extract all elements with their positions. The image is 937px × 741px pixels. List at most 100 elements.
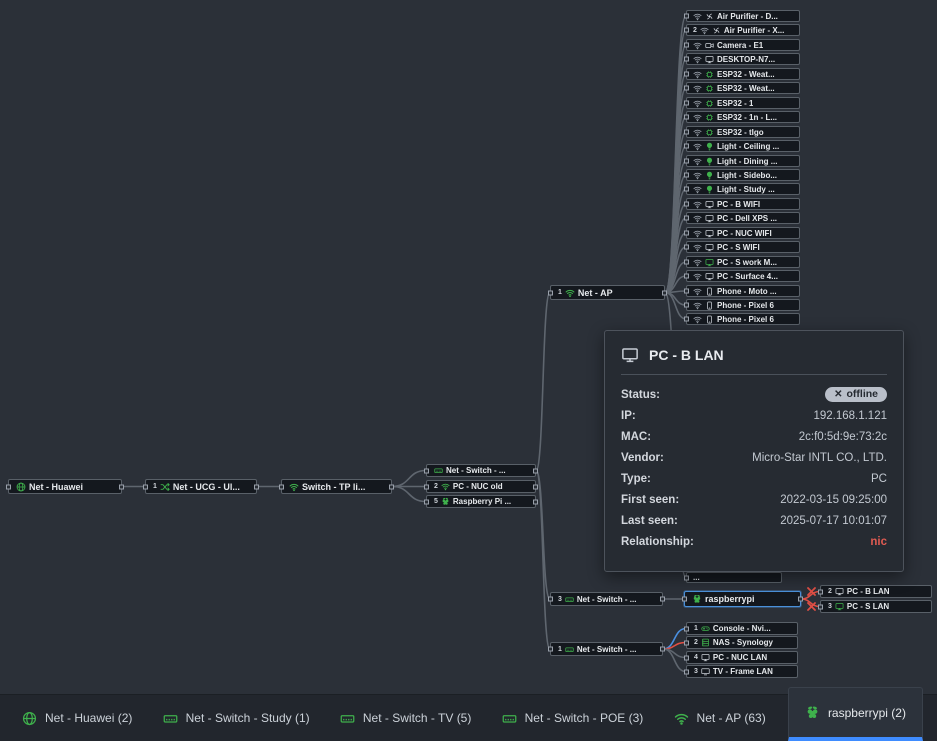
node-label: TV - Frame LAN xyxy=(713,667,773,676)
port-in xyxy=(684,101,689,106)
port-in xyxy=(684,669,689,674)
switch-icon xyxy=(502,711,517,726)
tab-net-switch-study-1[interactable]: Net - Switch - Study (1) xyxy=(155,695,318,741)
node-pc-b-lan[interactable]: 2PC - B LAN xyxy=(820,585,932,598)
node-pc-nuc-lan[interactable]: 4PC - NUC LAN xyxy=(686,651,798,664)
camera-icon xyxy=(705,41,714,50)
wifi-icon xyxy=(693,55,702,64)
device-pill[interactable]: PC - Surface 4... xyxy=(686,270,800,282)
device-pill[interactable]: 2Air Purifier - X... xyxy=(686,24,800,36)
device-pill[interactable]: PC - S work M... xyxy=(686,256,800,268)
node-label: Net - AP xyxy=(578,288,613,298)
device-pill[interactable]: PC - Dell XPS ... xyxy=(686,212,800,224)
device-pill[interactable]: Air Purifier - D... xyxy=(686,10,800,22)
node-label: Light - Study ... xyxy=(717,185,775,194)
wifi-icon xyxy=(693,157,702,166)
monitor-icon xyxy=(835,587,844,596)
device-pill[interactable]: PC - S WIFI xyxy=(686,241,800,253)
node-label: DESKTOP-N7... xyxy=(717,55,775,64)
port-in xyxy=(424,468,429,473)
device-pill[interactable]: Light - Study ... xyxy=(686,183,800,195)
port-in xyxy=(684,655,689,660)
port-out xyxy=(533,499,538,504)
tab-net-switch-poe-3[interactable]: Net - Switch - POE (3) xyxy=(494,695,652,741)
device-pill[interactable]: Light - Dining ... xyxy=(686,155,800,167)
device-pill[interactable]: Phone - Moto ... xyxy=(686,285,800,297)
device-pill[interactable]: Phone - Pixel 6 xyxy=(686,313,800,325)
chip-icon xyxy=(705,113,714,122)
port-in xyxy=(684,173,689,178)
switch-icon xyxy=(340,711,355,726)
device-pill[interactable]: PC - B WIFI xyxy=(686,198,800,210)
node-label: Raspberry Pi ... xyxy=(453,497,511,506)
chip-icon xyxy=(705,128,714,137)
tooltip-row-status: Status:✕offline xyxy=(621,384,887,405)
port-in xyxy=(684,130,689,135)
tab-raspberrypi-2[interactable]: raspberrypi (2) xyxy=(788,687,923,741)
node-net-switch-c[interactable]: 1Net - Switch - ... xyxy=(550,642,663,656)
port-in xyxy=(684,317,689,322)
port-out xyxy=(660,647,665,652)
node-pc-s-lan[interactable]: 3PC - S LAN xyxy=(820,600,932,613)
node-console[interactable]: 1Console - Nvi... xyxy=(686,622,798,635)
field-label: Relationship: xyxy=(621,536,694,548)
chip-icon xyxy=(705,84,714,93)
wifi-icon xyxy=(693,99,702,108)
device-pill[interactable]: Phone - Pixel 6 xyxy=(686,299,800,311)
node-net-ucg[interactable]: 1Net - UCG - Ul... xyxy=(145,479,257,494)
field-value: PC xyxy=(871,473,887,485)
node-raspberry-pi-wifi[interactable]: 5Raspberry Pi ... xyxy=(426,495,536,508)
port-number: 2 xyxy=(828,588,832,595)
node-net-huawei[interactable]: Net - Huawei xyxy=(8,479,122,494)
device-pill[interactable]: DESKTOP-N7... xyxy=(686,53,800,65)
wifi-icon xyxy=(693,243,702,252)
device-pill[interactable]: PC - NUC WIFI xyxy=(686,227,800,239)
device-pill[interactable]: Light - Ceiling ... xyxy=(686,140,800,152)
tab-net-switch-tv-5[interactable]: Net - Switch - TV (5) xyxy=(332,695,479,741)
port-in xyxy=(684,640,689,645)
node-label: raspberrypi xyxy=(705,594,755,604)
field-label: Type: xyxy=(621,473,651,485)
port-number: 2 xyxy=(694,639,698,646)
tab-net-ap-63[interactable]: Net - AP (63) xyxy=(666,695,774,741)
bulb-icon xyxy=(705,157,714,166)
wifi-icon xyxy=(693,84,702,93)
node-raspberrypi[interactable]: raspberrypi xyxy=(684,591,801,607)
device-pill[interactable]: ESP32 - 1n - L... xyxy=(686,111,800,123)
node-label: Console - Nvi... xyxy=(713,624,771,633)
wifi-icon xyxy=(693,258,702,267)
wifi-icon xyxy=(693,229,702,238)
node-label: ... xyxy=(693,573,700,582)
wifi-icon xyxy=(693,12,702,21)
node-nas[interactable]: 2NAS - Synology xyxy=(686,636,798,649)
node-net-switch-b[interactable]: 3Net - Switch - ... xyxy=(550,592,663,606)
device-pill[interactable]: Light - Sidebo... xyxy=(686,169,800,181)
device-pill[interactable]: Camera - E1 xyxy=(686,39,800,51)
node-net-switch-a[interactable]: Net - Switch - ... xyxy=(426,464,536,477)
device-pill[interactable]: ESP32 - Weat... xyxy=(686,82,800,94)
device-pill[interactable]: ESP32 - tIgo xyxy=(686,126,800,138)
node-label: PC - S work M... xyxy=(717,258,777,267)
port-in xyxy=(424,499,429,504)
node-net-ap[interactable]: 1Net - AP xyxy=(550,285,665,300)
tab-label: Net - Switch - Study (1) xyxy=(186,711,310,725)
port-in xyxy=(143,484,148,489)
node-partial-pill[interactable]: ... xyxy=(686,572,782,583)
topology-canvas[interactable]: PC - B LAN Status:✕offlineIP:192.168.1.1… xyxy=(0,0,937,741)
field-label: Status: xyxy=(621,389,660,401)
shuffle-icon xyxy=(160,482,170,492)
node-tv-frame-lan[interactable]: 3TV - Frame LAN xyxy=(686,665,798,678)
tv-icon xyxy=(701,667,710,676)
switch-icon xyxy=(434,466,443,475)
node-label: ESP32 - tIgo xyxy=(717,128,764,137)
tab-net-huawei-2[interactable]: Net - Huawei (2) xyxy=(14,695,140,741)
port-in xyxy=(684,575,689,580)
node-pc-nuc-old[interactable]: 2PC - NUC old xyxy=(426,480,536,493)
port-in xyxy=(684,72,689,77)
device-pill[interactable]: ESP32 - Weat... xyxy=(686,68,800,80)
device-pill[interactable]: ESP32 - 1 xyxy=(686,97,800,109)
monitor-icon xyxy=(705,272,714,281)
switch-icon xyxy=(163,711,178,726)
node-label: PC - B WIFI xyxy=(717,200,760,209)
node-switch-tp[interactable]: Switch - TP li... xyxy=(281,479,392,494)
